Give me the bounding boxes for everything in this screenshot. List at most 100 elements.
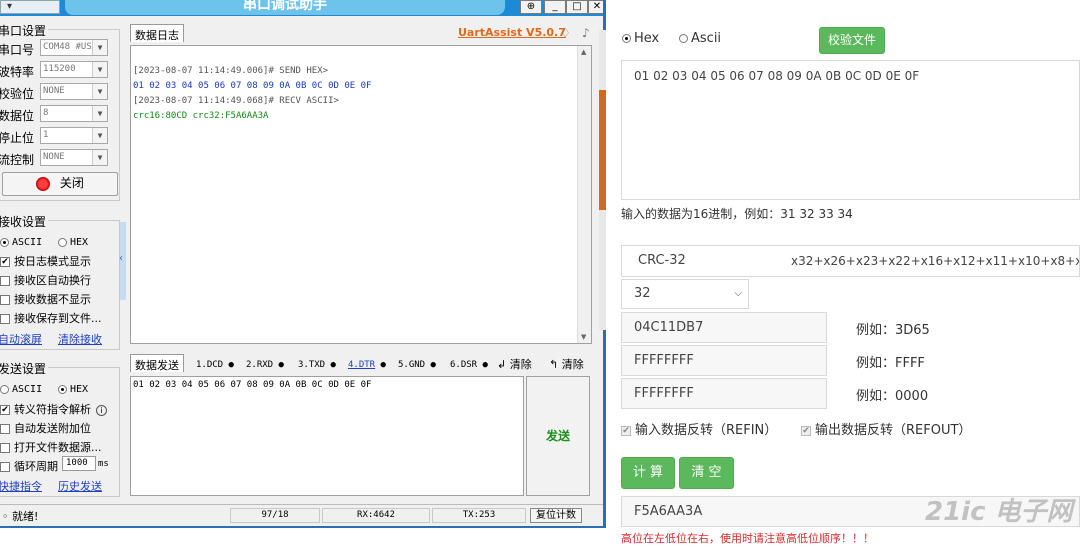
- signal-dsr: 6.DSR: [450, 360, 478, 370]
- maximize-button[interactable]: □: [566, 0, 588, 14]
- ascii-radio[interactable]: [679, 34, 688, 43]
- refout-checkbox[interactable]: ✔: [801, 425, 811, 436]
- watermark-logo: 21ic 电子网: [925, 497, 1073, 527]
- clear-button[interactable]: 清 空: [679, 457, 734, 489]
- poly-example: 例如：3D65: [856, 323, 930, 338]
- init-input[interactable]: FFFFFFFF: [621, 345, 827, 376]
- minimize-button[interactable]: _: [544, 0, 566, 14]
- crc-tool-panel: Hex Ascii 校验文件 01 02 03 04 05 06 07 08 0…: [609, 0, 1080, 545]
- flow-select[interactable]: NONE ▼: [40, 149, 108, 166]
- diamond-icon[interactable]: ♢: [560, 26, 571, 40]
- chevron-down-icon: ▼: [92, 128, 107, 143]
- save-file-option[interactable]: 接收保存到文件...: [0, 310, 102, 326]
- log-line: 01 02 03 04 05 06 07 08 09 0A 0B 0C 0D 0…: [133, 81, 372, 91]
- save-file-checkbox[interactable]: [0, 314, 10, 324]
- status-text: ◦ 就绪!: [2, 510, 39, 523]
- signal-rxd: 2.RXD: [246, 360, 274, 370]
- xorout-input[interactable]: FFFFFFFF: [621, 378, 827, 409]
- recv-hex-radio[interactable]: [58, 237, 67, 247]
- clear-arrow-icon: ↲: [497, 358, 507, 371]
- algorithm-select[interactable]: CRC-32 x32+x26+x23+x22+x16+x12+x11+x10+x…: [621, 245, 1080, 277]
- port-select[interactable]: COM48 #US ▼: [40, 39, 108, 56]
- no-show-checkbox[interactable]: [0, 295, 10, 305]
- refout-label: 输出数据反转（REFOUT）: [815, 423, 972, 438]
- uartassist-window: ▾ 串口调试助手 ⊕ _ □ ✕ 串口设置 串口号 COM48 #US ▼ 波特率…: [0, 0, 606, 528]
- clear-recv-link[interactable]: 清除接收: [58, 331, 102, 347]
- no-show-option[interactable]: 接收数据不显示: [0, 291, 91, 307]
- tx-counter: TX:253: [432, 508, 526, 523]
- signal-dtr[interactable]: 4.DTR: [348, 360, 375, 370]
- rx-counter: RX:4642: [322, 508, 430, 523]
- escape-option[interactable]: ✔ 转义符指令解析 i: [0, 401, 107, 417]
- cycle-input[interactable]: 1000: [62, 456, 96, 471]
- send-ascii-radio[interactable]: [0, 384, 9, 394]
- bit-order-note: 高位在左低位在右，使用时请注意高低位顺序！！！: [621, 532, 874, 545]
- cycle-checkbox[interactable]: [0, 462, 10, 472]
- quick-cmd-link[interactable]: 快捷指令: [0, 478, 42, 494]
- baud-select[interactable]: 115200 ▼: [40, 61, 108, 78]
- scroll-up-icon[interactable]: ▲: [581, 48, 586, 56]
- auto-check-option[interactable]: 自动发送附加位: [0, 420, 91, 436]
- chevron-down-icon: ▼: [92, 62, 107, 77]
- auto-scroll-link[interactable]: 自动滚屏: [0, 331, 42, 347]
- brand-link[interactable]: UartAssist V5.0.7: [458, 26, 566, 39]
- log-mode-checkbox[interactable]: ✔: [0, 257, 10, 267]
- close-port-button[interactable]: 关闭: [2, 172, 118, 196]
- parity-select[interactable]: NONE ▼: [40, 83, 108, 100]
- hex-radio-label: Hex: [634, 31, 660, 46]
- input-hint: 输入的数据为16进制，例如：31 32 33 34: [621, 207, 853, 221]
- tab-data-log[interactable]: 数据日志: [130, 24, 184, 42]
- log-mode-option[interactable]: ✔ 按日志模式显示: [0, 253, 91, 269]
- log-scrollbar[interactable]: ▲ ▼: [577, 46, 591, 343]
- escape-checkbox[interactable]: ✔: [0, 405, 10, 415]
- window-title: 串口调试助手: [65, 0, 505, 15]
- stopbits-select[interactable]: 1 ▼: [40, 127, 108, 144]
- cycle-option[interactable]: 循环周期: [0, 458, 58, 474]
- open-file-option[interactable]: 打开文件数据源...: [0, 439, 102, 455]
- hex-radio[interactable]: [622, 34, 631, 43]
- history-link[interactable]: 历史发送: [58, 478, 102, 494]
- refin-checkbox[interactable]: ✔: [621, 425, 631, 436]
- chevron-left-icon[interactable]: ‹: [119, 253, 123, 264]
- info-icon[interactable]: i: [96, 405, 107, 416]
- signal-txd: 3.TXD: [298, 360, 326, 370]
- init-example: 例如：FFFF: [856, 356, 925, 371]
- clear-all-button[interactable]: ↰ 清除: [549, 356, 584, 372]
- scroll-down-icon[interactable]: ▼: [581, 333, 586, 341]
- close-window-button[interactable]: ✕: [588, 0, 603, 14]
- crc-input-textarea[interactable]: 01 02 03 04 05 06 07 08 09 0A 0B 0C 0D 0…: [621, 60, 1080, 200]
- open-file-checkbox[interactable]: [0, 443, 10, 453]
- chevron-down-icon: ▼: [92, 150, 107, 165]
- verify-file-button[interactable]: 校验文件: [819, 27, 885, 54]
- log-line: crc16:80CD crc32:F5A6AA3A: [133, 111, 269, 121]
- port-label: 串口号: [0, 43, 35, 57]
- auto-check-checkbox[interactable]: [0, 424, 10, 434]
- auto-wrap-checkbox[interactable]: [0, 276, 10, 286]
- system-menu-button[interactable]: ▾: [0, 0, 60, 14]
- chevron-down-icon: ⌵: [734, 288, 742, 299]
- databits-select[interactable]: 8 ▼: [40, 105, 108, 122]
- log-panel[interactable]: [2023-08-07 11:14:49.006]# SEND HEX> 01 …: [130, 45, 592, 344]
- send-input[interactable]: 01 02 03 04 05 06 07 08 09 0A 0B 0C 0D 0…: [130, 376, 524, 496]
- width-select[interactable]: 32 ⌵: [621, 279, 749, 309]
- send-hex-radio[interactable]: [58, 384, 67, 394]
- auto-wrap-option[interactable]: 接收区自动换行: [0, 272, 91, 288]
- baud-label: 波特率: [0, 65, 35, 79]
- status-bar: ◦ 就绪! 97/18 RX:4642 TX:253 复位计数: [0, 504, 603, 524]
- calculate-button[interactable]: 计 算: [621, 457, 675, 489]
- port-status-icon: [36, 177, 51, 191]
- send-button[interactable]: 发送: [526, 376, 590, 496]
- recv-ascii-radio[interactable]: [0, 237, 9, 247]
- tab-data-send[interactable]: 数据发送: [130, 354, 184, 372]
- page-scroll-thumb[interactable]: [599, 90, 606, 210]
- clear-send-button[interactable]: ↲ 清除: [497, 356, 532, 372]
- parity-label: 校验位: [0, 87, 35, 101]
- signal-dcd: 1.DCD: [196, 360, 224, 370]
- bell-icon[interactable]: ♪: [582, 26, 590, 40]
- up-arrow-icon: ↰: [549, 358, 559, 371]
- pin-icon[interactable]: ⊕: [520, 0, 542, 14]
- send-settings-title: 发送设置: [0, 360, 49, 377]
- frame-counter: 97/18: [230, 508, 320, 523]
- poly-input[interactable]: 04C11DB7: [621, 312, 827, 343]
- reset-count-button[interactable]: 复位计数: [530, 508, 582, 523]
